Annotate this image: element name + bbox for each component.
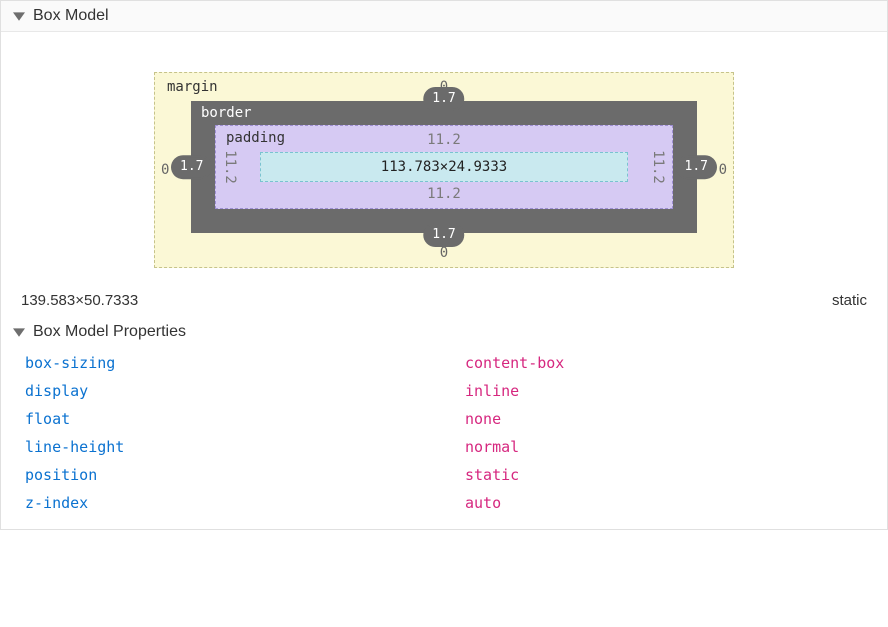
border-label: border [201,105,252,121]
section-header-properties[interactable]: Box Model Properties [1,319,887,345]
border-left-value[interactable]: 1.7 [173,157,210,177]
border-top-value[interactable]: 1.7 [425,89,462,109]
border-bottom-value[interactable]: 1.7 [425,225,462,245]
content-size-value: 113.783×24.9333 [381,159,507,175]
margin-bottom-value[interactable]: 0 [440,245,448,261]
property-row[interactable]: z-index auto [25,489,879,517]
disclosure-triangle-icon[interactable] [13,326,25,338]
box-model-panel: Box Model margin 0 0 0 0 border 1.7 1.7 … [0,0,888,530]
property-name: display [25,382,465,400]
padding-right-value[interactable]: 11.2 [650,150,666,184]
property-value: static [465,466,519,484]
property-name: box-sizing [25,354,465,372]
property-row[interactable]: position static [25,461,879,489]
padding-left-value[interactable]: 11.2 [222,150,238,184]
property-name: line-height [25,438,465,456]
margin-left-value[interactable]: 0 [161,162,169,178]
properties-title: Box Model Properties [33,323,186,341]
property-row[interactable]: float none [25,405,879,433]
disclosure-triangle-icon[interactable] [13,10,25,22]
property-row[interactable]: display inline [25,377,879,405]
padding-top-value[interactable]: 11.2 [427,132,461,148]
property-value: normal [465,438,519,456]
margin-right-value[interactable]: 0 [719,162,727,178]
padding-label: padding [226,130,285,146]
property-name: z-index [25,494,465,512]
size-position-row: 139.583×50.7333 static [1,292,887,317]
property-value: none [465,410,501,428]
border-region[interactable]: border 1.7 1.7 1.7 1.7 padding 11.2 11.2… [191,101,697,233]
section-header-boxmodel[interactable]: Box Model [1,1,887,32]
property-value: inline [465,382,519,400]
element-position-type: static [832,292,867,309]
section-title: Box Model [33,7,109,25]
padding-region[interactable]: padding 11.2 11.2 11.2 11.2 113.783×24.9… [215,125,673,209]
property-row[interactable]: line-height normal [25,433,879,461]
property-name: float [25,410,465,428]
box-model-diagram: margin 0 0 0 0 border 1.7 1.7 1.7 1.7 pa… [1,32,887,292]
margin-region[interactable]: margin 0 0 0 0 border 1.7 1.7 1.7 1.7 pa… [154,72,734,268]
properties-list: box-sizing content-box display inline fl… [1,345,887,529]
property-name: position [25,466,465,484]
property-value: auto [465,494,501,512]
margin-label: margin [167,79,218,95]
content-region[interactable]: 113.783×24.9333 [260,152,628,182]
property-row[interactable]: box-sizing content-box [25,349,879,377]
border-right-value[interactable]: 1.7 [678,157,715,177]
padding-bottom-value[interactable]: 11.2 [427,186,461,202]
property-value: content-box [465,354,564,372]
element-size: 139.583×50.7333 [21,292,138,309]
